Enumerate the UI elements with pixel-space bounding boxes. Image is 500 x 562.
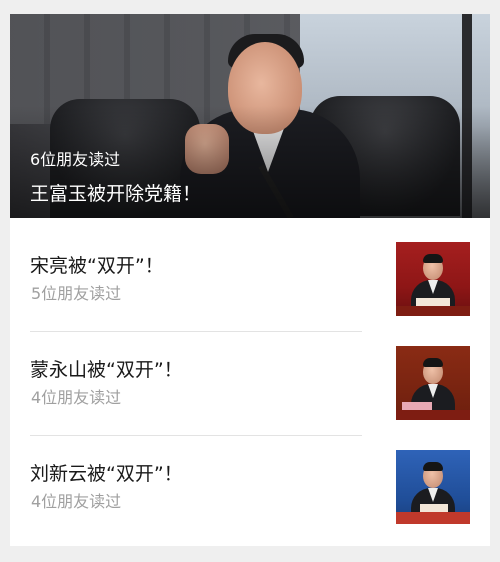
hero-article[interactable]: 6位朋友读过 王富玉被开除党籍！: [10, 14, 490, 218]
article-title: 刘新云被“双开”！: [30, 463, 183, 485]
list-item[interactable]: 刘新云被“双开”！ 4位朋友读过: [30, 436, 470, 540]
readers-count: 4位朋友读过: [31, 388, 122, 407]
article-thumbnail: [396, 242, 470, 316]
article-title: 蒙永山被“双开”！: [30, 359, 183, 381]
list-item[interactable]: 蒙永山被“双开”！ 4位朋友读过: [30, 332, 470, 436]
article-list-card: 6位朋友读过 王富玉被开除党籍！ 宋亮被“双开”！ 5位朋友读过 蒙永山被“双开…: [10, 14, 490, 546]
readers-count: 4位朋友读过: [31, 492, 122, 511]
readers-count: 5位朋友读过: [31, 284, 122, 303]
article-thumbnail: [396, 450, 470, 524]
hero-title: 王富玉被开除党籍！: [30, 183, 202, 205]
hero-readers-count: 6位朋友读过: [30, 150, 121, 169]
article-title: 宋亮被“双开”！: [30, 255, 164, 277]
list-item[interactable]: 宋亮被“双开”！ 5位朋友读过: [30, 228, 470, 332]
article-thumbnail: [396, 346, 470, 420]
